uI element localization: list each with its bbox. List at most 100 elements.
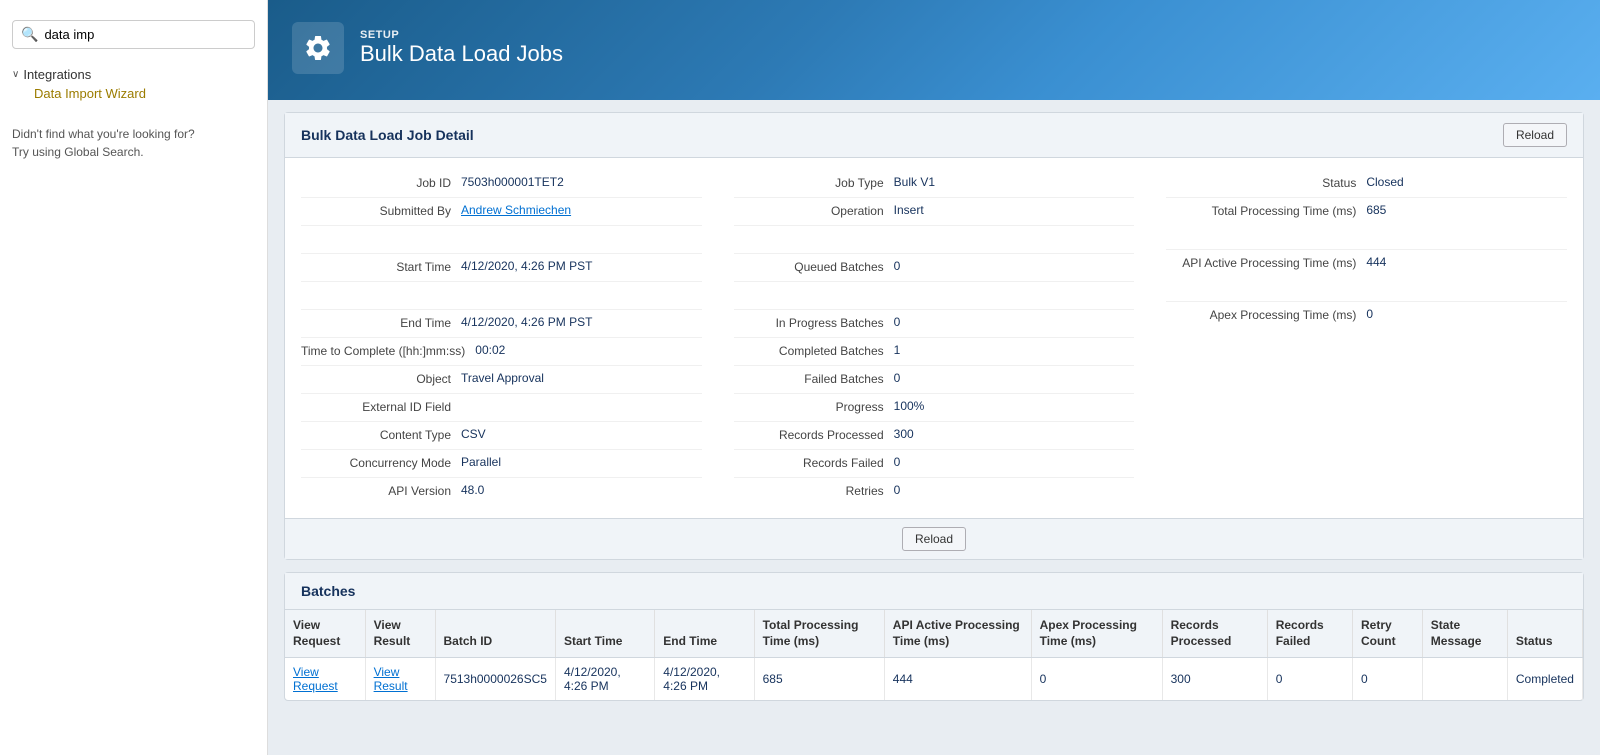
col-total-processing-time: Total Processing Time (ms) <box>754 610 884 658</box>
detail-row-failed-batches: Failed Batches 0 <box>734 366 1135 394</box>
retries-value: 0 <box>894 483 1135 497</box>
api-version-value: 48.0 <box>461 483 702 497</box>
row-records-processed: 300 <box>1162 658 1267 701</box>
apex-processing-time-value: 0 <box>1366 307 1567 321</box>
end-time-value: 4/12/2020, 4:26 PM PST <box>461 315 702 329</box>
time-to-complete-label: Time to Complete ([hh:]mm:ss) <box>301 343 475 358</box>
progress-value: 100% <box>894 399 1135 413</box>
reload-button-top[interactable]: Reload <box>1503 123 1567 147</box>
detail-column-left: Job ID 7503h000001TET2 Submitted By Andr… <box>285 166 718 510</box>
job-type-value: Bulk V1 <box>894 175 1135 189</box>
detail-row-concurrency-mode: Concurrency Mode Parallel <box>301 450 702 478</box>
detail-row-completed-batches: Completed Batches 1 <box>734 338 1135 366</box>
view-request-link[interactable]: View Request <box>293 665 338 693</box>
detail-row-queued-batches: Queued Batches 0 <box>734 254 1135 282</box>
row-apex-processing-time: 0 <box>1031 658 1162 701</box>
sidebar-toggle-integrations[interactable]: ∨ Integrations <box>12 67 255 82</box>
page-title: Bulk Data Load Jobs <box>360 41 563 67</box>
detail-row-time-to-complete: Time to Complete ([hh:]mm:ss) 00:02 <box>301 338 702 366</box>
progress-label: Progress <box>734 399 894 414</box>
col-status: Status <box>1507 610 1582 658</box>
total-processing-time-label: Total Processing Time (ms) <box>1166 203 1366 220</box>
job-detail-card: Bulk Data Load Job Detail Reload Job ID … <box>284 112 1584 560</box>
banner-text: SETUP Bulk Data Load Jobs <box>360 29 563 67</box>
queued-batches-label: Queued Batches <box>734 259 894 274</box>
operation-value: Insert <box>894 203 1135 217</box>
status-label: Status <box>1166 175 1366 190</box>
col-view-result: View Result <box>365 610 435 658</box>
detail-row-records-failed: Records Failed 0 <box>734 450 1135 478</box>
search-box[interactable]: 🔍 <box>12 20 255 49</box>
detail-column-right: Status Closed Total Processing Time (ms)… <box>1150 166 1583 510</box>
col-batch-id: Batch ID <box>435 610 555 658</box>
detail-row-operation: Operation Insert <box>734 198 1135 226</box>
in-progress-batches-label: In Progress Batches <box>734 315 894 330</box>
records-processed-label: Records Processed <box>734 427 894 442</box>
in-progress-batches-value: 0 <box>894 315 1135 329</box>
detail-row-total-processing-time: Total Processing Time (ms) 685 <box>1166 198 1567 250</box>
search-input[interactable] <box>44 27 246 42</box>
submitted-by-label: Submitted By <box>301 203 461 218</box>
content-type-label: Content Type <box>301 427 461 442</box>
col-api-active-processing-time: API Active Processing Time (ms) <box>884 610 1031 658</box>
completed-batches-label: Completed Batches <box>734 343 894 358</box>
failed-batches-label: Failed Batches <box>734 371 894 386</box>
detail-row-in-progress-batches: In Progress Batches 0 <box>734 310 1135 338</box>
detail-row-content-type: Content Type CSV <box>301 422 702 450</box>
col-records-processed: Records Processed <box>1162 610 1267 658</box>
card-footer: Reload <box>285 518 1583 559</box>
external-id-label: External ID Field <box>301 399 461 414</box>
detail-row-external-id: External ID Field <box>301 394 702 422</box>
detail-row-job-id: Job ID 7503h000001TET2 <box>301 170 702 198</box>
detail-row-apex-processing-time: Apex Processing Time (ms) 0 <box>1166 302 1567 354</box>
card-header: Bulk Data Load Job Detail Reload <box>285 113 1583 158</box>
submitted-by-link[interactable]: Andrew Schmiechen <box>461 203 571 217</box>
batches-card: Batches View Request View Result Batch I… <box>284 572 1584 701</box>
row-view-result: View Result <box>365 658 435 701</box>
detail-grid: Job ID 7503h000001TET2 Submitted By Andr… <box>285 158 1583 518</box>
batches-table-header: View Request View Result Batch ID Start … <box>285 610 1583 658</box>
card-header-title: Bulk Data Load Job Detail <box>301 127 474 143</box>
submitted-by-value: Andrew Schmiechen <box>461 203 702 217</box>
sidebar-section-label: Integrations <box>23 67 91 82</box>
job-type-label: Job Type <box>734 175 894 190</box>
detail-row-progress: Progress 100% <box>734 394 1135 422</box>
detail-row-empty2 <box>301 282 702 310</box>
api-version-label: API Version <box>301 483 461 498</box>
row-end-time: 4/12/2020, 4:26 PM <box>655 658 754 701</box>
detail-row-end-time: End Time 4/12/2020, 4:26 PM PST <box>301 310 702 338</box>
detail-column-middle: Job Type Bulk V1 Operation Insert Queued… <box>718 166 1151 510</box>
status-value: Closed <box>1366 175 1567 189</box>
content-type-value: CSV <box>461 427 702 441</box>
search-icon: 🔍 <box>21 26 38 43</box>
queued-batches-value: 0 <box>894 259 1135 273</box>
start-time-value: 4/12/2020, 4:26 PM PST <box>461 259 702 273</box>
view-result-link[interactable]: View Result <box>374 665 408 693</box>
row-batch-id: 7513h0000026SC5 <box>435 658 555 701</box>
concurrency-mode-value: Parallel <box>461 455 702 469</box>
detail-row-start-time: Start Time 4/12/2020, 4:26 PM PST <box>301 254 702 282</box>
detail-row-retries: Retries 0 <box>734 478 1135 506</box>
col-view-request: View Request <box>285 610 365 658</box>
col-state-message: State Message <box>1422 610 1507 658</box>
end-time-label: End Time <box>301 315 461 330</box>
page-banner: SETUP Bulk Data Load Jobs <box>268 0 1600 100</box>
api-active-processing-time-label: API Active Processing Time (ms) <box>1166 255 1366 272</box>
chevron-down-icon: ∨ <box>12 69 19 80</box>
reload-button-bottom[interactable]: Reload <box>902 527 966 551</box>
detail-row-object: Object Travel Approval <box>301 366 702 394</box>
object-label: Object <box>301 371 461 386</box>
col-records-failed: Records Failed <box>1267 610 1352 658</box>
retries-label: Retries <box>734 483 894 498</box>
row-retry-count: 0 <box>1352 658 1422 701</box>
detail-row-records-processed: Records Processed 300 <box>734 422 1135 450</box>
detail-row-empty3 <box>734 226 1135 254</box>
row-status: Completed <box>1507 658 1582 701</box>
sidebar-item-data-import-wizard[interactable]: Data Import Wizard <box>12 82 158 105</box>
row-records-failed: 0 <box>1267 658 1352 701</box>
records-failed-value: 0 <box>894 455 1135 469</box>
table-row: View Request View Result 7513h0000026SC5… <box>285 658 1583 701</box>
detail-row-status: Status Closed <box>1166 170 1567 198</box>
records-processed-value: 300 <box>894 427 1135 441</box>
job-id-value: 7503h000001TET2 <box>461 175 702 189</box>
